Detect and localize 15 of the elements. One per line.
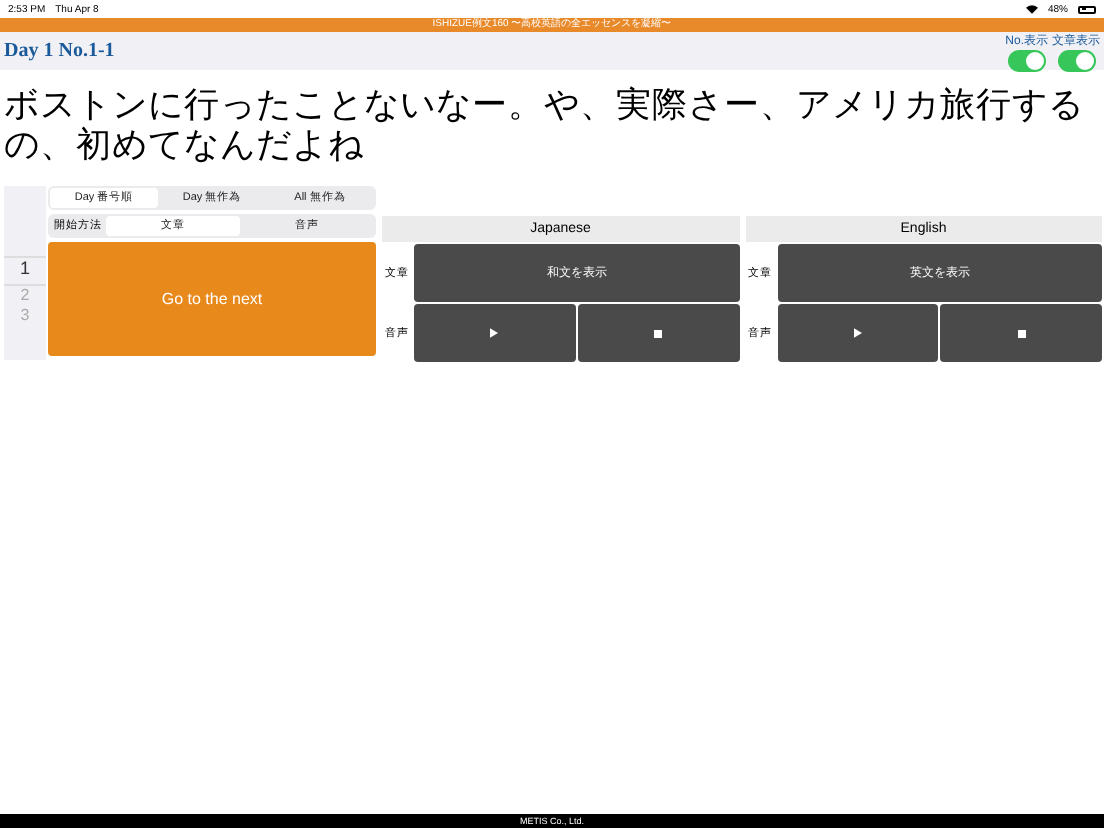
toggle-switch[interactable] (1057, 49, 1095, 71)
stop-icon (654, 329, 663, 337)
stop-button[interactable] (577, 304, 739, 362)
battery-icon (1078, 5, 1096, 13)
play-icon (490, 328, 499, 338)
sentence-text: ボストンに行ったことないなー。や、実際さー、アメリカ旅行するの、初めてなんだよね (2, 84, 1086, 170)
play-button[interactable] (414, 304, 576, 362)
play-button[interactable] (777, 304, 939, 362)
toggle-switch[interactable] (1007, 49, 1046, 71)
stop-icon (1017, 329, 1026, 337)
stop-button[interactable] (940, 304, 1102, 362)
play-icon (853, 328, 862, 338)
wifi-icon (1025, 4, 1038, 14)
day-title: Day 1 No.1-1 (4, 40, 117, 62)
number-item[interactable]: 1 (4, 256, 46, 286)
